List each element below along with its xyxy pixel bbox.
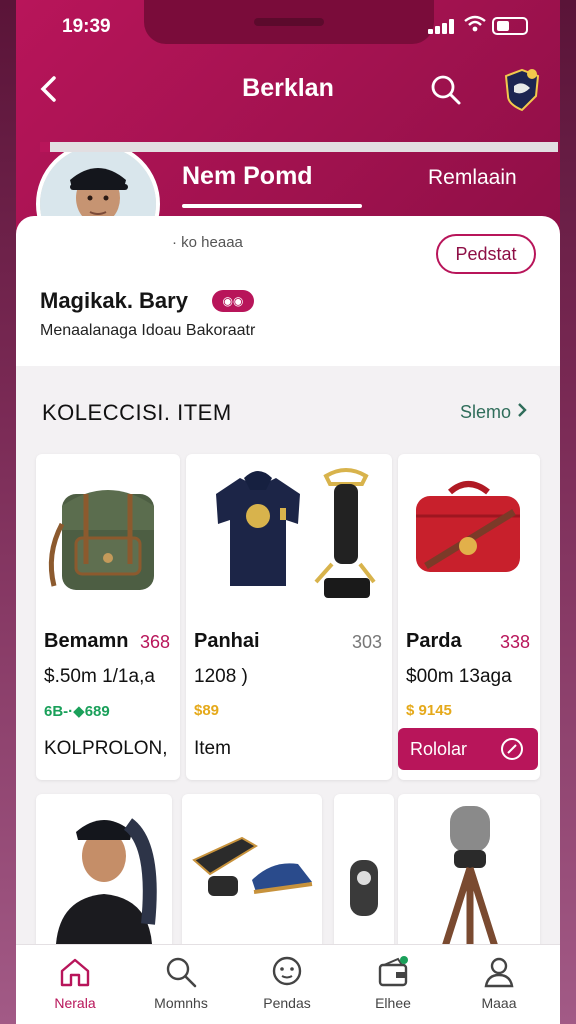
- home-icon: [60, 958, 90, 987]
- product-card[interactable]: [182, 794, 322, 954]
- follow-button[interactable]: Pedstat: [436, 234, 536, 274]
- product-card[interactable]: Panhai 303 1208 ) $89 Item: [186, 454, 392, 780]
- product-tag: 6B-·◆689: [44, 703, 110, 720]
- nav-profile[interactable]: Maaa: [454, 955, 544, 1011]
- product-card[interactable]: [334, 794, 394, 954]
- product-action-label: Rololar: [410, 739, 468, 759]
- wifi-icon: [464, 15, 486, 38]
- see-more-link[interactable]: Slemo: [460, 402, 528, 423]
- product-card[interactable]: [398, 794, 540, 954]
- profile-handle: · ko heaaa: [172, 234, 243, 251]
- product-price: 1208 ): [194, 666, 248, 687]
- product-footer: Item: [194, 738, 231, 759]
- profile-card: · ko heaaa Pedstat Magikak. Bary ◉◉ Mena…: [16, 216, 560, 366]
- chat-face-icon: [272, 956, 302, 986]
- notch: [144, 0, 434, 44]
- name-badge-icon: ◉◉: [212, 290, 254, 312]
- status-bar: 19:39: [16, 0, 560, 52]
- product-tag: $89: [194, 702, 220, 719]
- footwear-image: [192, 836, 313, 896]
- see-more-label: Slemo: [460, 402, 512, 422]
- product-card[interactable]: Parda 338 $00m 13aga $ 9145 Rololar: [398, 454, 540, 780]
- product-price: $.50m 1/1a,a: [44, 666, 155, 687]
- team-crest-icon[interactable]: [502, 66, 542, 112]
- nav-home[interactable]: Nerala: [30, 955, 120, 1011]
- status-time: 19:39: [62, 16, 111, 37]
- search-button[interactable]: [428, 72, 464, 108]
- product-name: Parda: [406, 630, 462, 652]
- nav-label: Maaa: [481, 995, 517, 1011]
- profile-progress-fill: [40, 142, 50, 152]
- person-with-bag-image: [56, 818, 157, 944]
- product-tag: $ 9145: [406, 702, 452, 719]
- product-name: Panhai: [194, 630, 260, 652]
- top-navigation: Berklan: [16, 62, 560, 118]
- hoodie-and-trophy-image: [186, 454, 392, 614]
- product-footer: KOLPROLON,: [44, 738, 168, 759]
- page-title: Berklan: [242, 74, 334, 102]
- active-tab-indicator: [182, 204, 362, 208]
- product-count: 368: [139, 632, 170, 652]
- section-title: KOLECCISI. ITEM: [42, 400, 232, 425]
- product-price: $00m 13aga: [406, 666, 512, 687]
- bottom-navigation: Nerala Momnhs Pendas Elhee Maaa: [16, 944, 560, 1024]
- nav-wallet[interactable]: Elhee: [348, 955, 438, 1011]
- backpack-image: [36, 454, 180, 614]
- nav-label: Pendas: [263, 995, 311, 1011]
- profile-subtitle: Menaalanaga Idoau Bakoraatr: [40, 322, 256, 339]
- tab-nem-pomd[interactable]: Nem Pomd: [182, 162, 313, 191]
- speaker-grille: [254, 18, 324, 26]
- nav-label: Nerala: [54, 995, 96, 1011]
- app-screen: 19:39 Berklan Nem Pomd Remlaain · ko hea…: [16, 0, 560, 1024]
- product-count: 338: [499, 632, 530, 652]
- battery-icon: [492, 17, 528, 35]
- nav-label: Elhee: [375, 995, 411, 1011]
- nav-chat[interactable]: Pendas: [242, 955, 332, 1011]
- nav-label: Momnhs: [154, 995, 208, 1011]
- profile-progress: [40, 142, 558, 152]
- product-card[interactable]: [36, 794, 172, 954]
- compass-icon: [501, 738, 523, 760]
- nav-search[interactable]: Momnhs: [136, 955, 226, 1011]
- signal-icon: [428, 18, 458, 34]
- search-icon: [166, 957, 197, 988]
- microphone-stand-image: [440, 806, 500, 952]
- device-image: [350, 860, 378, 916]
- search-icon: [431, 75, 461, 105]
- user-icon: [484, 957, 514, 988]
- collection-section-header: KOLECCISI. ITEM Slemo: [16, 380, 560, 440]
- profile-name: Magikak. Bary: [40, 288, 188, 313]
- chevron-right-icon: [518, 403, 527, 417]
- tab-remlaain[interactable]: Remlaain: [428, 166, 517, 190]
- product-count: 303: [351, 632, 382, 652]
- wallet-icon: [378, 956, 408, 987]
- product-name: Bemamn: [44, 630, 129, 652]
- red-bag-image: [398, 454, 540, 614]
- product-card[interactable]: Bemamn 368 $.50m 1/1a,a 6B-·◆689 KOLPROL…: [36, 454, 180, 780]
- product-action-button[interactable]: Rololar: [398, 728, 538, 770]
